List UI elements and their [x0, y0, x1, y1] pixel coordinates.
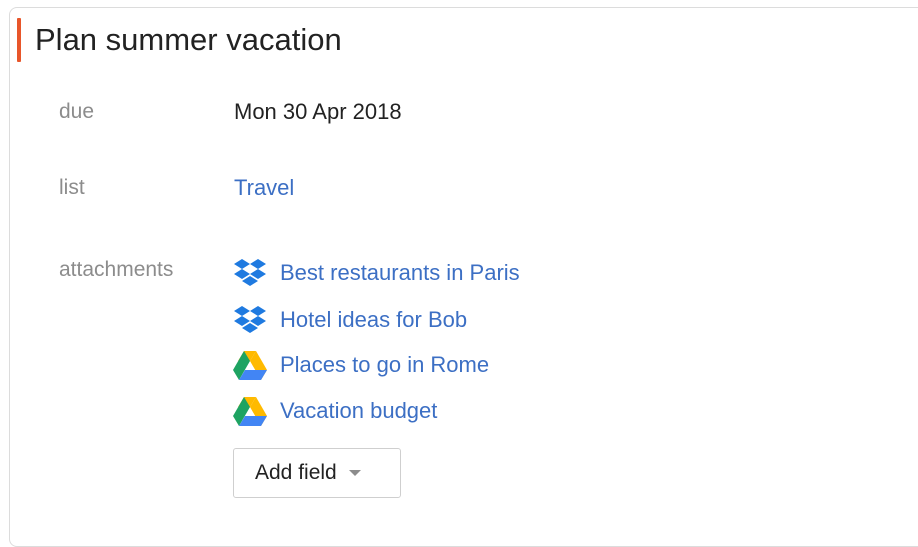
list-label: list	[59, 176, 85, 199]
task-title[interactable]: Plan summer vacation	[35, 18, 342, 62]
list-link-travel[interactable]: Travel	[234, 175, 294, 201]
attachment-link[interactable]: Places to go in Rome	[280, 352, 489, 378]
priority-indicator	[17, 18, 21, 62]
google-drive-icon	[232, 350, 268, 380]
dropbox-icon	[232, 258, 268, 288]
attachment-link[interactable]: Best restaurants in Paris	[280, 260, 520, 286]
dropbox-icon	[232, 305, 268, 335]
due-date-value[interactable]: Mon 30 Apr 2018	[234, 99, 402, 125]
attachment-item[interactable]: Best restaurants in Paris	[232, 256, 520, 290]
attachment-item[interactable]: Vacation budget	[232, 394, 437, 428]
chevron-down-icon	[348, 470, 361, 476]
google-drive-icon	[232, 396, 268, 426]
attachments-label: attachments	[59, 258, 174, 281]
attachment-link[interactable]: Vacation budget	[280, 398, 437, 424]
attachment-item[interactable]: Places to go in Rome	[232, 348, 489, 382]
add-field-button[interactable]: Add field	[233, 448, 401, 498]
task-title-row: Plan summer vacation	[17, 18, 342, 62]
due-label: due	[59, 100, 95, 123]
attachment-link[interactable]: Hotel ideas for Bob	[280, 307, 467, 333]
attachment-item[interactable]: Hotel ideas for Bob	[232, 303, 467, 337]
add-field-label: Add field	[255, 461, 337, 484]
